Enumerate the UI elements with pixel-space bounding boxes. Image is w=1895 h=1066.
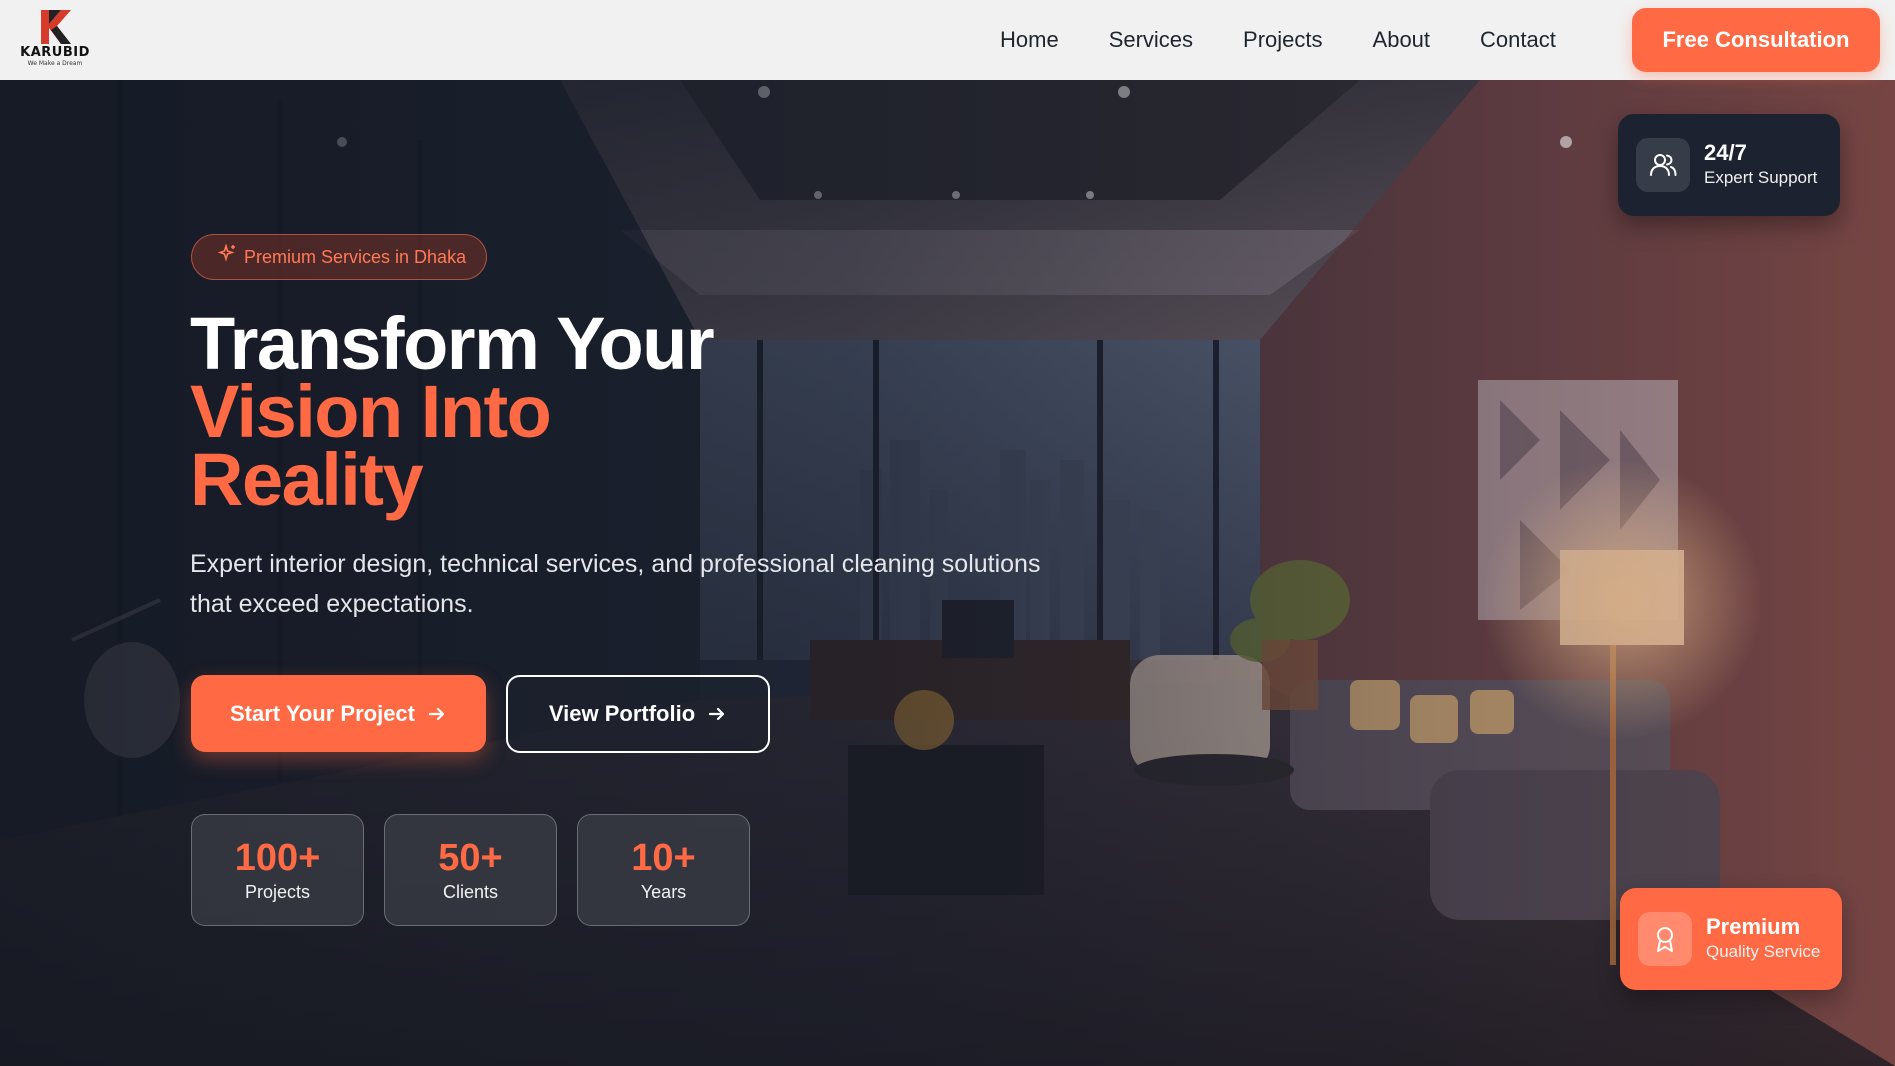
award-icon — [1657, 927, 1673, 952]
support-card-title: 24/7 — [1704, 140, 1747, 165]
stat-card-clients: 50+ Clients — [384, 814, 557, 926]
stat-label: Projects — [244, 881, 311, 902]
premium-card-title: Premium — [1706, 914, 1801, 939]
card-icon-box — [1638, 912, 1692, 966]
nav-link-home[interactable]: Home — [1000, 27, 1059, 53]
hero-title: Transform Your Vision Into Reality — [190, 302, 715, 521]
stat-card-projects: 100+ Projects — [191, 814, 364, 926]
logo-k-icon — [41, 10, 71, 44]
stat-value: 50+ — [438, 836, 503, 879]
arrow-right-icon — [428, 707, 445, 720]
arrow-right-icon — [709, 707, 725, 721]
brand-logo[interactable]: KARUBID We Make a Dream — [20, 8, 90, 72]
card-icon-box — [1636, 138, 1690, 192]
nav-link-projects[interactable]: Projects — [1243, 27, 1322, 53]
nav-links: Home Services Projects About Contact — [1000, 0, 1556, 80]
stat-label: Clients — [442, 881, 499, 902]
nav-link-services[interactable]: Services — [1109, 27, 1193, 53]
view-portfolio-button[interactable]: View Portfolio — [506, 675, 770, 753]
hero-title-line-1: Transform Your — [190, 302, 715, 385]
users-icon — [1650, 154, 1677, 176]
stat-value: 10+ — [631, 836, 696, 879]
nav-link-about[interactable]: About — [1373, 27, 1431, 53]
brand-name: KARUBID — [20, 45, 90, 60]
support-card-subtitle: Expert Support — [1704, 168, 1818, 187]
hero-description: Expert interior design, technical servic… — [190, 550, 1041, 618]
start-project-label: Start Your Project — [229, 700, 415, 726]
stat-card-years: 10+ Years — [577, 814, 750, 926]
brand-tagline: We Make a Dream — [27, 60, 83, 67]
free-consultation-button[interactable]: Free Consultation — [1632, 8, 1880, 72]
hero-title-line-2: Vision Into — [190, 370, 552, 453]
stat-value: 100+ — [234, 836, 321, 879]
premium-card-subtitle: Quality Service — [1706, 942, 1821, 961]
nav-link-contact[interactable]: Contact — [1480, 27, 1556, 53]
badge-text: Premium Services in Dhaka — [244, 246, 467, 267]
premium-quality-card: Premium Quality Service — [1620, 888, 1842, 990]
expert-support-card: 24/7 Expert Support — [1618, 114, 1840, 216]
stat-label: Years — [640, 881, 687, 902]
hero-title-line-3: Reality — [190, 438, 424, 521]
sparkles-icon — [218, 244, 235, 262]
start-project-button[interactable]: Start Your Project — [191, 675, 486, 752]
view-portfolio-label: View Portfolio — [548, 701, 696, 726]
location-badge: Premium Services in Dhaka — [191, 234, 488, 280]
navbar: KARUBID We Make a Dream Home Services Pr… — [0, 0, 1895, 80]
